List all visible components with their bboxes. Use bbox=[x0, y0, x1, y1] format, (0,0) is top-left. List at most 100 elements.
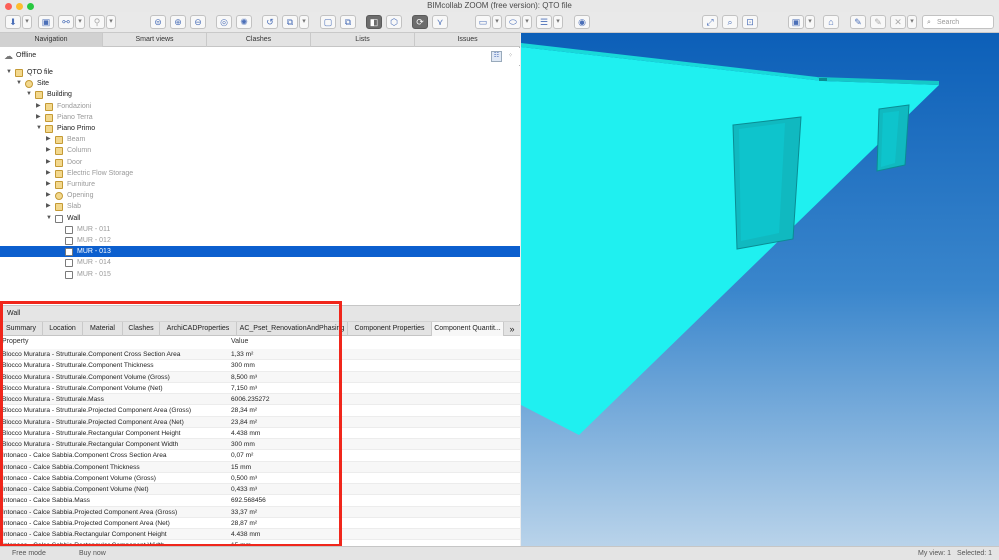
tree-item[interactable]: ▶ Furniture bbox=[0, 179, 520, 190]
isolate-icon[interactable]: ◎ bbox=[216, 15, 232, 29]
list-icon[interactable]: ☰ bbox=[536, 15, 552, 29]
link-dropdown-icon[interactable]: ▾ bbox=[106, 15, 116, 29]
tree-item[interactable]: ▶ Door bbox=[0, 157, 520, 168]
expand-triangle-icon[interactable]: ▶ bbox=[46, 134, 51, 145]
grid-view-icon[interactable]: ⁘ bbox=[505, 51, 516, 62]
tree-item[interactable]: MUR - 015 bbox=[0, 269, 520, 280]
tab-archicad-properties[interactable]: ArchiCADProperties bbox=[160, 322, 237, 336]
table-row[interactable]: Blocco Muratura - Strutturale.Component … bbox=[0, 371, 520, 383]
table-row[interactable]: Blocco Muratura - Strutturale.Component … bbox=[0, 383, 520, 394]
section-dropdown-icon[interactable]: ▾ bbox=[492, 15, 502, 29]
windows-icon[interactable]: ⧉ bbox=[340, 15, 356, 29]
table-row[interactable]: Intonaco - Calce Sabbia.Mass 692.568456 bbox=[0, 495, 520, 507]
collapse-triangle-icon[interactable]: ▼ bbox=[46, 213, 52, 224]
view-3d-icon[interactable]: ◧ bbox=[366, 15, 382, 29]
table-row[interactable]: Blocco Muratura - Strutturale.Component … bbox=[0, 360, 520, 372]
table-row[interactable]: Blocco Muratura - Strutturale.Projected … bbox=[0, 405, 520, 417]
more-tabs-icon[interactable]: » bbox=[504, 322, 520, 336]
tree-item[interactable]: ▼ Piano Primo bbox=[0, 123, 520, 134]
screenshot-icon[interactable]: ▣ bbox=[788, 15, 804, 29]
collapse-icon[interactable]: ⊜ bbox=[150, 15, 166, 29]
tree-item[interactable]: ▼ Site bbox=[0, 78, 520, 89]
tab-ac-pset-renovation[interactable]: AC_Pset_RenovationAndPhasing bbox=[237, 322, 348, 336]
expand-triangle-icon[interactable]: ▶ bbox=[36, 112, 41, 123]
table-row[interactable]: Intonaco - Calce Sabbia.Rectangular Comp… bbox=[0, 529, 520, 541]
tab-summary[interactable]: Summary bbox=[0, 322, 43, 336]
collapse-triangle-icon[interactable]: ▼ bbox=[36, 123, 42, 134]
open-file-icon[interactable]: ⬇ bbox=[5, 15, 21, 29]
add-icon[interactable]: ⊕ bbox=[170, 15, 186, 29]
tree-item[interactable]: ▶ Slab bbox=[0, 201, 520, 212]
layers-dropdown-icon[interactable]: ▾ bbox=[299, 15, 309, 29]
screenshot-dropdown-icon[interactable]: ▾ bbox=[805, 15, 815, 29]
tab-location[interactable]: Location bbox=[43, 322, 83, 336]
table-row[interactable]: Intonaco - Calce Sabbia.Projected Compon… bbox=[0, 518, 520, 529]
tab-issues[interactable]: Issues bbox=[415, 33, 520, 47]
link-icon[interactable]: ⚲ bbox=[89, 15, 105, 29]
tab-lists[interactable]: Lists bbox=[311, 33, 415, 47]
tab-smart-views[interactable]: Smart views bbox=[103, 33, 207, 47]
tab-clashes-props[interactable]: Clashes bbox=[123, 322, 160, 336]
table-row[interactable]: Intonaco - Calce Sabbia.Component Cross … bbox=[0, 450, 520, 462]
window-icon[interactable]: ▢ bbox=[320, 15, 336, 29]
table-row[interactable]: Blocco Muratura - Strutturale.Component … bbox=[0, 349, 520, 361]
settings-icon[interactable]: ✺ bbox=[236, 15, 252, 29]
hierarchy-dropdown-icon[interactable]: ▾ bbox=[75, 15, 85, 29]
edit-issue-icon[interactable]: ✎ bbox=[870, 15, 886, 29]
tree-item[interactable]: ▶ Fondazioni bbox=[0, 101, 520, 112]
search-input[interactable]: ⌕ Search bbox=[922, 15, 994, 29]
expand-triangle-icon[interactable]: ▶ bbox=[36, 101, 41, 112]
save-view-icon[interactable]: ⌂ bbox=[823, 15, 839, 29]
list-dropdown-icon[interactable]: ▾ bbox=[553, 15, 563, 29]
expand-triangle-icon[interactable]: ▶ bbox=[46, 168, 51, 179]
tree-item[interactable]: ▶ Electric Flow Storage bbox=[0, 168, 520, 179]
tree-item[interactable]: ▼ Building bbox=[0, 89, 520, 100]
tab-component-properties[interactable]: Component Properties bbox=[348, 322, 432, 336]
zoom-window-icon[interactable]: ⊡ bbox=[742, 15, 758, 29]
zoom-selection-icon[interactable]: ⌕ bbox=[722, 15, 738, 29]
table-row[interactable]: Intonaco - Calce Sabbia.Component Volume… bbox=[0, 484, 520, 496]
delete-issue-icon[interactable]: ✕ bbox=[890, 15, 906, 29]
layers-icon[interactable]: ⧉ bbox=[282, 15, 298, 29]
expand-triangle-icon[interactable]: ▶ bbox=[46, 157, 51, 168]
tree-item[interactable]: MUR - 012 bbox=[0, 235, 520, 246]
table-row[interactable]: Intonaco - Calce Sabbia.Component Thickn… bbox=[0, 461, 520, 473]
column-header-property[interactable]: Property bbox=[2, 336, 28, 348]
tree-item[interactable]: ▶ Piano Terra bbox=[0, 112, 520, 123]
tree-item[interactable]: MUR - 013 bbox=[0, 246, 520, 258]
buy-now-link[interactable]: Buy now bbox=[79, 547, 106, 560]
tree-view-icon[interactable]: ☷ bbox=[491, 51, 502, 62]
table-row[interactable]: Blocco Muratura - Strutturale.Rectangula… bbox=[0, 439, 520, 451]
issue-dropdown-icon[interactable]: ▾ bbox=[907, 15, 917, 29]
shape-icon[interactable]: ⬭ bbox=[505, 15, 521, 29]
hierarchy-icon[interactable]: ⚯ bbox=[58, 15, 74, 29]
tree-item[interactable]: ▶ Column bbox=[0, 145, 520, 156]
expand-triangle-icon[interactable]: ▶ bbox=[46, 201, 51, 212]
expand-triangle-icon[interactable]: ▶ bbox=[46, 145, 51, 156]
3d-viewport[interactable] bbox=[521, 33, 999, 546]
box-icon[interactable]: ⬡ bbox=[386, 15, 402, 29]
table-row[interactable]: Intonaco - Calce Sabbia.Component Volume… bbox=[0, 473, 520, 484]
expand-triangle-icon[interactable]: ▶ bbox=[46, 190, 51, 201]
table-row[interactable]: Blocco Muratura - Strutturale.Mass 6006.2… bbox=[0, 394, 520, 406]
table-row[interactable]: Intonaco - Calce Sabbia.Projected Compon… bbox=[0, 506, 520, 518]
expand-triangle-icon[interactable]: ▶ bbox=[46, 179, 51, 190]
minimize-window-button[interactable] bbox=[16, 3, 23, 10]
tab-clashes[interactable]: Clashes bbox=[207, 33, 311, 47]
tree-item[interactable]: ▼ Wall bbox=[0, 213, 520, 224]
collapse-triangle-icon[interactable]: ▼ bbox=[16, 78, 22, 89]
orbit-icon[interactable]: ⟳ bbox=[412, 15, 428, 29]
zoom-window-button[interactable] bbox=[27, 3, 34, 10]
camera-icon[interactable]: ◉ bbox=[574, 15, 590, 29]
walk-icon[interactable]: ⋎ bbox=[432, 15, 448, 29]
table-row[interactable]: Blocco Muratura - Strutturale.Rectangula… bbox=[0, 428, 520, 439]
tab-component-quantities[interactable]: Component Quantit... bbox=[432, 322, 504, 336]
collapse-triangle-icon[interactable]: ▼ bbox=[26, 89, 32, 100]
undo-icon[interactable]: ↺ bbox=[262, 15, 278, 29]
column-header-value[interactable]: Value bbox=[231, 336, 248, 348]
save-icon[interactable]: ▣ bbox=[38, 15, 54, 29]
tree-item[interactable]: MUR - 014 bbox=[0, 257, 520, 268]
tab-navigation[interactable]: Navigation bbox=[0, 33, 103, 47]
close-window-button[interactable] bbox=[5, 3, 12, 10]
tree-item[interactable]: ▶ Opening bbox=[0, 190, 520, 201]
